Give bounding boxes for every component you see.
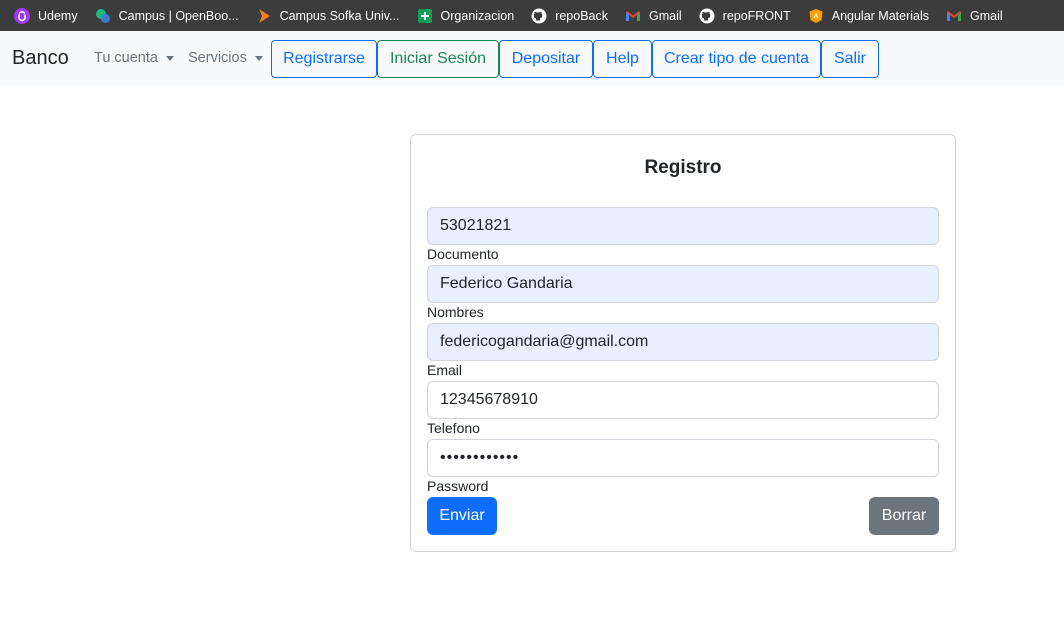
dropdown-label: Tu cuenta — [94, 50, 158, 66]
bookmark-openbootcamp[interactable]: Campus | OpenBoo... — [95, 0, 239, 31]
bookmark-udemy[interactable]: Udemy — [14, 0, 78, 31]
registrarse-button[interactable]: Registrarse — [271, 40, 377, 78]
borrar-button[interactable]: Borrar — [869, 497, 939, 535]
github-icon — [531, 8, 547, 24]
bookmark-label: Angular Materials — [831, 8, 929, 23]
github-icon — [699, 8, 715, 24]
bookmark-label: Campus | OpenBoo... — [118, 8, 239, 23]
enviar-button[interactable]: Enviar — [427, 497, 497, 535]
password-label: Password — [427, 478, 489, 494]
bookmark-repoback[interactable]: repoBack — [531, 0, 608, 31]
password-input[interactable]: •••••••••••• — [427, 439, 939, 477]
bookmarks-bar: Udemy Campus | OpenBoo... Campus Sofka U… — [0, 0, 1064, 31]
udemy-icon — [14, 7, 30, 24]
bookmark-angular-materials[interactable]: Angular Materials — [808, 0, 929, 31]
bookmark-label: Organizacion — [440, 8, 515, 23]
field-value: 12345678910 — [440, 391, 538, 408]
bookmark-label: Udemy — [38, 8, 78, 23]
depositar-button[interactable]: Depositar — [499, 40, 593, 78]
sheets-icon — [417, 8, 433, 24]
caret-down-icon — [165, 55, 174, 61]
card-title: Registro — [644, 157, 722, 178]
field-value: Federico Gandaria — [440, 275, 573, 292]
help-button[interactable]: Help — [593, 40, 652, 78]
email-input[interactable]: federicogandaria@gmail.com — [427, 323, 939, 361]
iniciar-sesion-button[interactable]: Iniciar Sesión — [377, 40, 499, 78]
angular-material-icon — [808, 8, 824, 24]
documento-label: Documento — [427, 246, 499, 262]
telefono-label: Telefono — [427, 420, 480, 436]
email-label: Email — [427, 362, 463, 378]
dropdown-label: Servicios — [188, 50, 247, 66]
bookmark-label: Gmail — [649, 8, 682, 23]
navbar-brand[interactable]: Banco — [12, 47, 69, 70]
bookmark-gmail-2[interactable]: Gmail — [946, 0, 1003, 31]
bookmark-repofront[interactable]: repoFRONT — [699, 0, 791, 31]
gmail-icon — [625, 8, 641, 24]
bookmark-organizacion[interactable]: Organizacion — [417, 0, 515, 31]
caret-down-icon — [254, 55, 263, 61]
bookmark-label: repoFRONT — [722, 8, 791, 23]
bookmark-label: repoBack — [555, 8, 608, 23]
field-value: •••••••••••• — [440, 449, 520, 466]
navbar: Banco Tu cuenta Servicios Registrarse In… — [0, 31, 1064, 86]
bookmark-label: Gmail — [970, 8, 1003, 23]
registro-card: Registro 53021821 Documento Federico Gan… — [410, 134, 956, 552]
telefono-input[interactable]: 12345678910 — [427, 381, 939, 419]
field-value: federicogandaria@gmail.com — [440, 333, 649, 350]
gmail-icon — [946, 8, 962, 24]
salir-button[interactable]: Salir — [821, 40, 879, 78]
crear-tipo-de-cuenta-button[interactable]: Crear tipo de cuenta — [652, 40, 821, 78]
nombres-input[interactable]: Federico Gandaria — [427, 265, 939, 303]
nombres-label: Nombres — [427, 304, 484, 320]
openbootcamp-icon — [95, 8, 111, 24]
bookmark-label: Campus Sofka Univ... — [279, 8, 400, 23]
dropdown-servicios[interactable]: Servicios — [188, 50, 263, 66]
sofka-icon — [256, 8, 272, 24]
bookmark-sofka[interactable]: Campus Sofka Univ... — [256, 0, 400, 31]
bookmark-gmail[interactable]: Gmail — [625, 0, 682, 31]
field-value: 53021821 — [440, 217, 512, 234]
documento-input[interactable]: 53021821 — [427, 207, 939, 245]
dropdown-tu-cuenta[interactable]: Tu cuenta — [94, 50, 174, 66]
